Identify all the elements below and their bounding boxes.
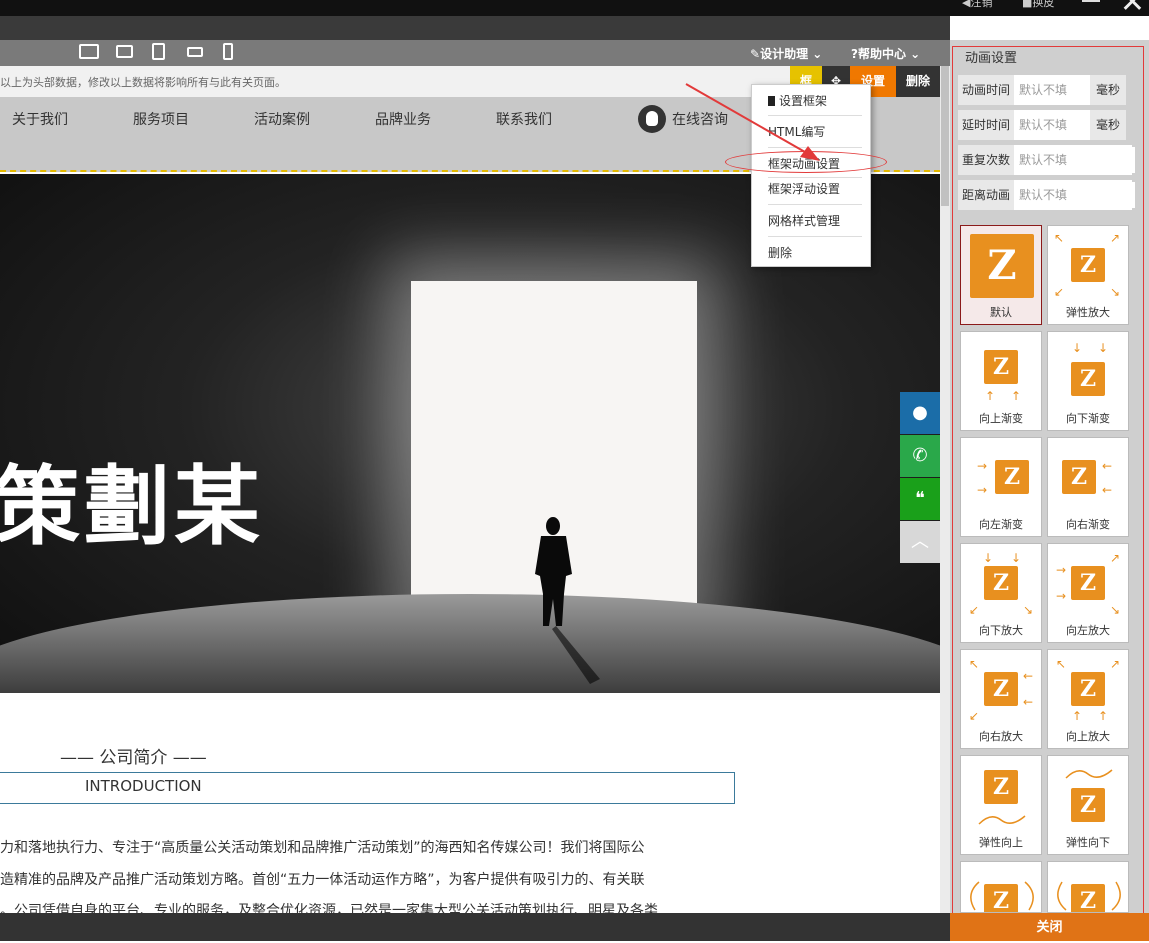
delete-button[interactable]: 删除: [896, 66, 940, 97]
editor-toolbar: ✎设计助理 ⌄ ?帮助中心 ⌄: [0, 40, 950, 66]
float-backtop-button[interactable]: ︿: [900, 521, 940, 563]
desktop-icon[interactable]: [79, 44, 99, 59]
menu-item-frame-settings[interactable]: 设置框架: [768, 92, 827, 109]
nav-item-cases[interactable]: 活动案例: [254, 109, 310, 129]
help-center-menu[interactable]: ?帮助中心 ⌄: [851, 45, 920, 62]
menu-divider: [768, 177, 862, 178]
chevron-down-icon: ⌄: [808, 47, 823, 61]
question-icon: ?: [851, 47, 858, 61]
canvas-scrollbar[interactable]: [940, 66, 950, 913]
annotation-ellipse: [725, 151, 887, 173]
phone-landscape-icon[interactable]: [187, 47, 203, 57]
nav-item-brand[interactable]: 品牌业务: [375, 109, 431, 129]
panel-highlight-border: [952, 46, 1144, 914]
float-phone-button[interactable]: ✆: [900, 435, 940, 477]
frame-context-menu: 设置框架 HTML编写 框架动画设置 框架浮动设置 网格样式管理 删除: [751, 84, 871, 267]
menu-divider: [768, 115, 862, 116]
chevron-up-icon: ︿: [911, 531, 929, 552]
square-icon: [768, 96, 775, 106]
phone-icon[interactable]: [223, 43, 233, 60]
menu-item-frame-float[interactable]: 框架浮动设置: [768, 180, 840, 197]
scrollbar-thumb[interactable]: [941, 66, 949, 206]
menu-item-delete[interactable]: 删除: [768, 244, 792, 261]
intro-paragraph-line-1: 力和落地执行力、专注于“高质量公关活动策划和品牌推广活动策划”的海西知名传媒公司…: [0, 840, 645, 856]
intro-paragraph-line-2: 造精准的品牌及产品推广活动策划方略。首创“五力一体活动运作方略”，为客户提供有吸…: [0, 872, 645, 888]
chevron-down-icon: ⌄: [905, 47, 921, 61]
section-subtitle-box: INTRODUCTION: [0, 772, 735, 804]
menu-divider: [768, 204, 862, 205]
nav-item-contact[interactable]: 联系我们: [496, 109, 552, 129]
menu-divider: [768, 236, 862, 237]
wand-icon: ✎: [750, 47, 761, 61]
tablet-icon[interactable]: [152, 43, 165, 60]
float-wechat-button[interactable]: ❝: [900, 478, 940, 520]
qq-icon: ●: [912, 402, 928, 423]
float-qq-button[interactable]: ●: [900, 392, 940, 434]
nav-item-about[interactable]: 关于我们: [12, 109, 68, 129]
editor-top-gap: [0, 16, 950, 40]
nav-item-services[interactable]: 服务项目: [133, 109, 189, 129]
menu-item-grid-style[interactable]: 网格样式管理: [768, 212, 840, 229]
phone-icon: ✆: [912, 445, 928, 466]
minimize-icon[interactable]: [1082, 0, 1100, 2]
editor-bottom-bar: [0, 913, 950, 941]
tablet-landscape-icon[interactable]: [116, 45, 133, 58]
section-subtitle: INTRODUCTION: [85, 777, 202, 795]
close-window-icon[interactable]: ✕: [1120, 0, 1145, 18]
top-system-bar: ◀注销 ■换皮 ✕: [0, 0, 1149, 18]
design-helper-menu[interactable]: ✎设计助理 ⌄: [750, 45, 822, 62]
skin-link[interactable]: ■换皮: [1022, 0, 1054, 10]
menu-divider: [768, 147, 862, 148]
section-title: —— 公司简介 ——: [60, 748, 207, 768]
intro-paragraph-line-3: 。公司凭借自身的平台、专业的服务，及整合优化资源，已然是一家集大型公关活动策划执…: [0, 903, 658, 913]
panel-close-button[interactable]: 关闭: [950, 913, 1149, 941]
logout-link[interactable]: ◀注销: [962, 0, 992, 10]
online-consult-link[interactable]: 在线咨询: [672, 109, 728, 129]
hero-calligraphy-text: 策劃某: [0, 456, 264, 557]
menu-item-html-edit[interactable]: HTML编写: [768, 123, 825, 140]
qq-icon: [638, 105, 666, 133]
header-notice-text: 以上为头部数据，修改以上数据将影响所有与此有关页面。: [0, 76, 286, 89]
skin-icon: ■: [1022, 0, 1033, 9]
wechat-icon: ❝: [915, 488, 925, 509]
